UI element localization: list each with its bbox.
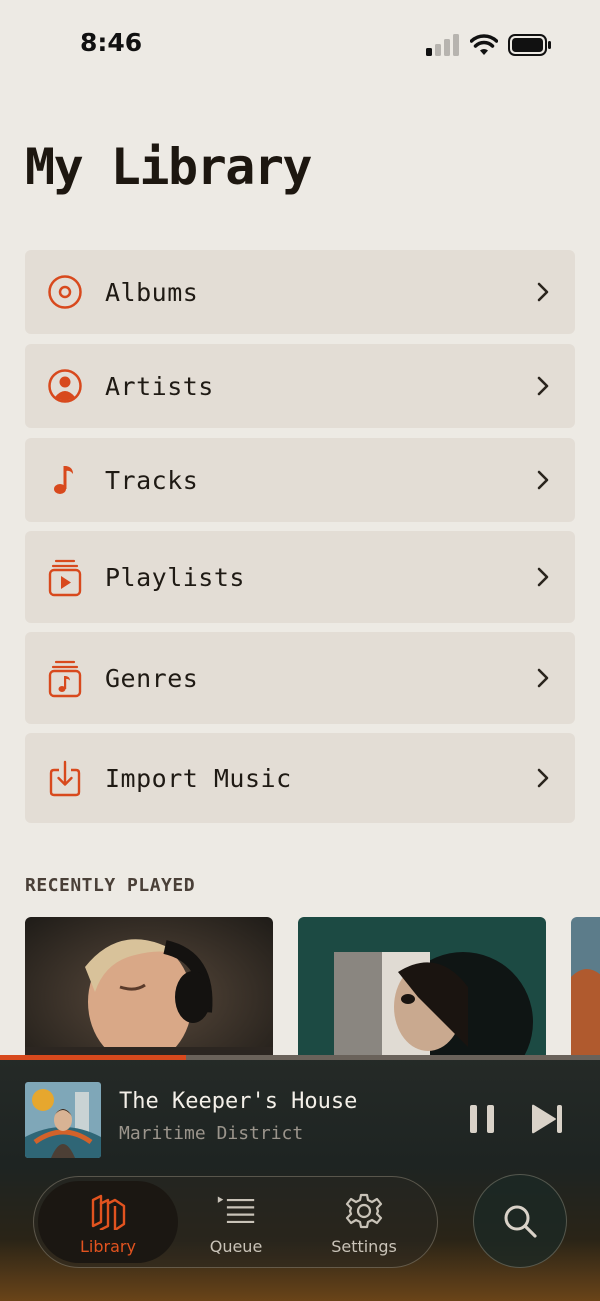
album-art-image <box>25 917 273 1062</box>
now-playing-panel: The Keeper's House Maritime District Lib… <box>0 1055 600 1301</box>
recent-album-card[interactable] <box>298 917 546 1062</box>
menu-label-albums: Albums <box>105 277 199 307</box>
menu-item-import-music[interactable]: Import Music <box>25 733 575 823</box>
chevron-right-icon <box>537 768 549 788</box>
recently-played-header: RECENTLY PLAYED <box>25 875 196 896</box>
status-time: 8:46 <box>80 28 143 57</box>
tab-settings[interactable]: Settings <box>299 1181 429 1263</box>
playback-progress-fill <box>0 1055 186 1060</box>
status-bar: 8:46 <box>0 0 600 90</box>
chevron-right-icon <box>537 282 549 302</box>
menu-item-artists[interactable]: Artists <box>25 344 575 428</box>
tab-label-library: Library <box>80 1237 136 1256</box>
next-track-icon[interactable] <box>530 1103 564 1135</box>
recently-played-row <box>25 917 600 1062</box>
recent-album-card[interactable] <box>25 917 273 1062</box>
recent-album-card[interactable] <box>571 917 600 1062</box>
music-note-icon <box>45 460 85 500</box>
status-icons <box>426 34 552 56</box>
playback-progress-bar[interactable] <box>0 1055 600 1060</box>
library-icon <box>88 1191 128 1231</box>
battery-icon <box>508 34 551 56</box>
menu-label-artists: Artists <box>105 371 214 401</box>
pause-icon[interactable] <box>468 1103 496 1135</box>
now-playing-artwork[interactable] <box>25 1082 101 1158</box>
tab-library[interactable]: Library <box>38 1181 178 1263</box>
menu-item-tracks[interactable]: Tracks <box>25 438 575 522</box>
queue-list-icon <box>216 1191 256 1231</box>
chevron-right-icon <box>537 376 549 396</box>
chevron-right-icon <box>537 567 549 587</box>
menu-item-genres[interactable]: Genres <box>25 632 575 724</box>
menu-label-tracks: Tracks <box>105 465 199 495</box>
menu-item-albums[interactable]: Albums <box>25 250 575 334</box>
album-art-image <box>298 917 546 1062</box>
page-title: My Library <box>25 138 313 196</box>
playlist-icon <box>45 557 85 597</box>
tab-bar: Library Queue Settings <box>33 1176 438 1268</box>
search-icon <box>504 1205 537 1238</box>
tab-label-settings: Settings <box>331 1237 397 1256</box>
album-art-image <box>571 917 600 1062</box>
now-playing-artist: Maritime District <box>119 1123 304 1144</box>
import-download-icon <box>45 758 85 798</box>
search-button[interactable] <box>473 1174 567 1268</box>
wifi-icon <box>470 34 498 55</box>
genres-icon <box>45 658 85 698</box>
menu-item-playlists[interactable]: Playlists <box>25 531 575 623</box>
menu-label-playlists: Playlists <box>105 562 245 592</box>
menu-label-genres: Genres <box>105 663 199 693</box>
gear-icon <box>344 1191 384 1231</box>
now-playing-title: The Keeper's House <box>119 1089 358 1114</box>
artist-person-icon <box>45 366 85 406</box>
tab-queue[interactable]: Queue <box>171 1181 301 1263</box>
cellular-signal-icon <box>426 34 459 56</box>
menu-label-import-music: Import Music <box>105 763 292 793</box>
album-disc-icon <box>45 272 85 312</box>
chevron-right-icon <box>537 668 549 688</box>
album-art-image <box>25 1082 101 1158</box>
chevron-right-icon <box>537 470 549 490</box>
tab-label-queue: Queue <box>209 1237 263 1256</box>
